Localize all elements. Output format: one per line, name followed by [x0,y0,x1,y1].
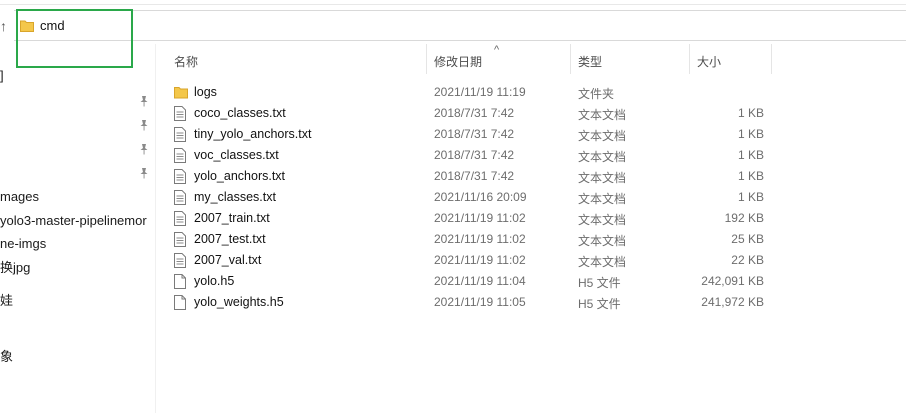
table-row[interactable]: yolo.h5 2021/11/19 11:04 H5 文件 242,091 K… [166,271,772,292]
file-date: 2018/7/31 7:42 [434,148,515,162]
file-size: 1 KB [737,169,764,183]
nav-item[interactable]: mages [0,187,39,207]
address-bar[interactable]: cmd [14,10,906,41]
text-file-icon [174,190,188,206]
table-row[interactable]: my_classes.txt 2021/11/16 20:09 文本文档 1 K… [166,187,772,208]
pin-icon [139,119,149,131]
file-type: 文本文档 [578,129,627,143]
text-file-icon [174,127,188,143]
file-size: 242,091 KB [701,274,764,288]
sort-ascending-icon: ^ [494,44,500,56]
up-arrow-icon[interactable]: ↑ [0,18,12,34]
column-divider[interactable] [689,44,690,74]
folder-icon [174,85,188,101]
file-name: tiny_yolo_anchors.txt [194,127,312,141]
file-type: H5 文件 [578,297,621,311]
table-row[interactable]: voc_classes.txt 2018/7/31 7:42 文本文档 1 KB [166,145,772,166]
file-date: 2021/11/19 11:02 [434,232,526,246]
table-row[interactable]: coco_classes.txt 2018/7/31 7:42 文本文档 1 K… [166,103,772,124]
file-name: coco_classes.txt [194,106,286,120]
file-date: 2021/11/19 11:04 [434,274,526,288]
column-header-date[interactable]: 修改日期 [434,52,482,80]
file-name: 2007_test.txt [194,232,266,246]
file-type: 文本文档 [578,192,627,206]
file-date: 2018/7/31 7:42 [434,106,515,120]
file-size: 1 KB [737,148,764,162]
file-date: 2018/7/31 7:42 [434,127,515,141]
file-date: 2021/11/19 11:02 [434,211,526,225]
nav-item[interactable]: 娃 [0,291,13,311]
table-row[interactable]: 2007_test.txt 2021/11/19 11:02 文本文档 25 K… [166,229,772,250]
file-size: 25 KB [731,232,764,246]
file-name: voc_classes.txt [194,148,279,162]
file-type: H5 文件 [578,276,621,290]
file-date: 2021/11/19 11:05 [434,295,526,309]
file-name: 2007_train.txt [194,211,270,225]
text-file-icon [174,211,188,227]
file-date: 2021/11/19 11:02 [434,253,526,267]
table-row[interactable]: 2007_val.txt 2021/11/19 11:02 文本文档 22 KB [166,250,772,271]
file-date: 2018/7/31 7:42 [434,169,515,183]
file-size: 241,972 KB [701,295,764,309]
nav-item[interactable]: 换jpg [0,258,30,278]
file-size: 22 KB [731,253,764,267]
file-size: 192 KB [724,211,764,225]
pin-icon [139,167,149,179]
file-name: logs [194,85,217,99]
column-header-name[interactable]: 名称 [174,52,198,80]
file-date: 2021/11/16 20:09 [434,190,527,204]
text-file-icon [174,253,188,269]
nav-item[interactable]: ] [0,66,4,86]
pin-icon [139,95,149,107]
file-name: yolo_weights.h5 [194,295,284,309]
file-date: 2021/11/19 11:19 [434,85,526,99]
column-divider[interactable] [771,44,772,74]
file-size: 1 KB [737,190,764,204]
table-row[interactable]: logs 2021/11/19 11:19 文件夹 [166,82,772,103]
text-file-icon [174,106,188,122]
column-header-row: 名称 修改日期 类型 大小 [166,44,772,80]
navigation-pane: ] mages yolo3-master-pipelinemor ne-imgs… [0,44,156,413]
file-name: yolo.h5 [194,274,235,288]
file-name: yolo_anchors.txt [194,169,286,183]
column-header-type[interactable]: 类型 [578,52,602,80]
file-type: 文本文档 [578,255,627,269]
column-header-size[interactable]: 大小 [697,52,721,80]
table-row[interactable]: yolo_weights.h5 2021/11/19 11:05 H5 文件 2… [166,292,772,313]
text-file-icon [174,148,188,164]
file-name: my_classes.txt [194,190,276,204]
pin-icon [139,143,149,155]
table-row[interactable]: tiny_yolo_anchors.txt 2018/7/31 7:42 文本文… [166,124,772,145]
file-type: 文本文档 [578,108,627,122]
address-bar-area: ↑ cmd [0,0,906,44]
table-row[interactable]: 2007_train.txt 2021/11/19 11:02 文本文档 192… [166,208,772,229]
file-size: 1 KB [737,106,764,120]
file-type: 文本文档 [578,150,627,164]
file-type: 文本文档 [578,213,627,227]
table-row[interactable]: yolo_anchors.txt 2018/7/31 7:42 文本文档 1 K… [166,166,772,187]
blank-file-icon [174,274,188,290]
divider [0,4,906,5]
nav-item[interactable]: ne-imgs [0,234,46,254]
nav-item[interactable]: yolo3-master-pipelinemor [0,211,147,231]
file-size: 1 KB [737,127,764,141]
text-file-icon [174,169,188,185]
file-name: 2007_val.txt [194,253,262,267]
column-divider[interactable] [426,44,427,74]
file-type: 文本文档 [578,234,627,248]
file-type: 文件夹 [578,87,615,101]
file-type: 文本文档 [578,171,627,185]
nav-item[interactable]: 象 [0,347,13,367]
text-file-icon [174,232,188,248]
blank-file-icon [174,295,188,311]
column-divider[interactable] [570,44,571,74]
